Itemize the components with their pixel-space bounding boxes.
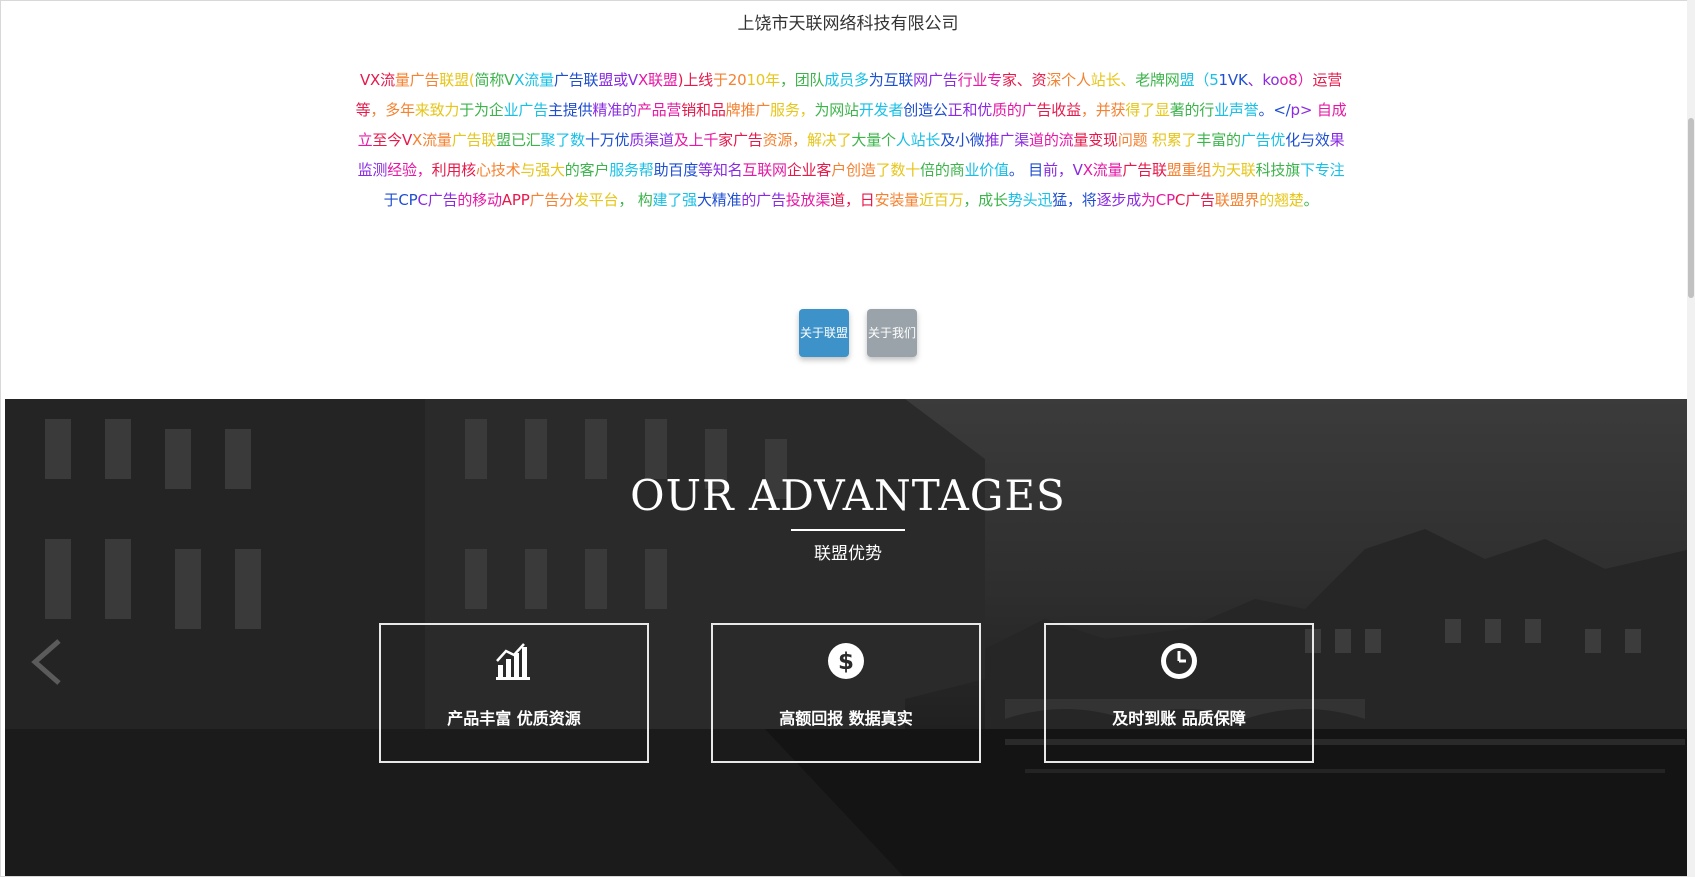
advantage-card-label: 产品丰富 优质资源: [447, 709, 581, 728]
about-us-label: 关于我们: [867, 326, 916, 340]
about-us-button[interactable]: 关于我们: [867, 309, 917, 357]
svg-text:$: $: [838, 649, 854, 675]
dollar-icon: $: [713, 641, 979, 685]
advantages-section: OUR ADVANTAGES 联盟优势 产品丰富 优质资源 $ 高额回报 数据真…: [5, 399, 1691, 876]
bar-chart-icon: [381, 641, 647, 685]
vertical-scrollbar[interactable]: [1687, 0, 1695, 877]
intro-paragraph: VX流量广告联盟(简称VX流量广告联盟或VX联盟)上线于2010年，团队成员多为…: [355, 71, 1347, 209]
carousel-prev-icon[interactable]: [27, 637, 67, 687]
clock-icon: [1046, 641, 1312, 685]
advantage-card-payment[interactable]: 及时到账 品质保障: [1044, 623, 1314, 763]
advantage-card-label: 高额回报 数据真实: [779, 709, 913, 728]
about-alliance-button[interactable]: 关于联盟: [799, 309, 849, 357]
title-divider: [791, 529, 905, 531]
about-section: 上饶市天联网络科技有限公司 VX流量广告联盟(简称VX流量广告联盟或VX联盟)上…: [5, 1, 1691, 399]
advantages-title: OUR ADVANTAGES: [630, 471, 1066, 520]
page-frame: 上饶市天联网络科技有限公司 VX流量广告联盟(简称VX流量广告联盟或VX联盟)上…: [0, 0, 1695, 877]
scrollbar-thumb[interactable]: [1688, 118, 1694, 298]
advantages-subtitle: 联盟优势: [814, 544, 882, 564]
advantage-card-products[interactable]: 产品丰富 优质资源: [379, 623, 649, 763]
company-name: 上饶市天联网络科技有限公司: [737, 14, 959, 34]
advantage-card-label: 及时到账 品质保障: [1112, 709, 1246, 728]
about-alliance-label: 关于联盟: [799, 326, 848, 340]
advantage-card-returns[interactable]: $ 高额回报 数据真实: [711, 623, 981, 763]
